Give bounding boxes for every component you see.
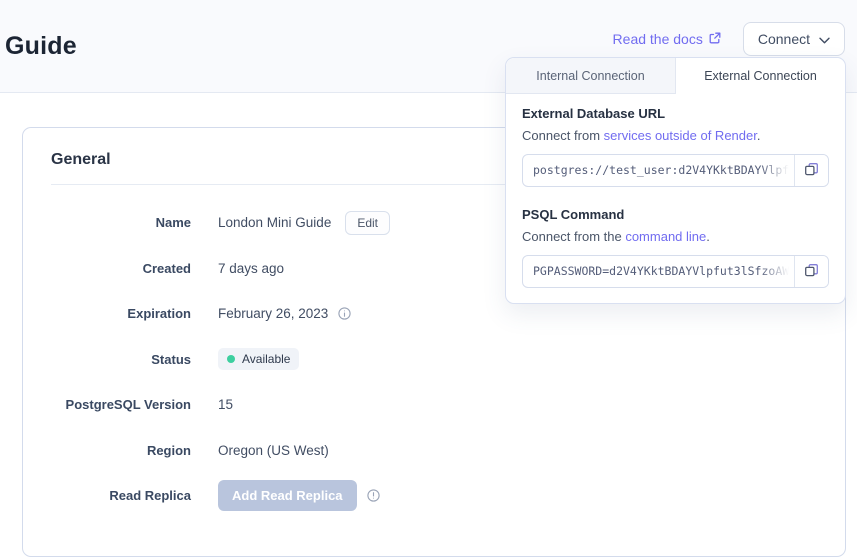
- psql-command-heading: PSQL Command: [522, 207, 829, 222]
- expiration-date-text: February 26, 2023: [218, 306, 328, 321]
- tab-internal-connection[interactable]: Internal Connection: [506, 58, 676, 94]
- copy-external-url-button[interactable]: [794, 155, 828, 186]
- connect-popover-body: External Database URL Connect from servi…: [506, 94, 845, 303]
- row-read-replica-value: Add Read Replica: [218, 480, 380, 511]
- chevron-down-icon: [819, 31, 830, 47]
- external-link-icon: [709, 31, 721, 47]
- desc-prefix: Connect from the: [522, 229, 625, 244]
- copy-icon: [804, 162, 819, 180]
- row-region: Region Oregon (US West): [51, 428, 817, 474]
- expiration-info-icon[interactable]: [338, 307, 351, 320]
- edit-name-button[interactable]: Edit: [345, 211, 390, 235]
- row-region-value: Oregon (US West): [218, 443, 329, 458]
- psql-command-value[interactable]: PGPASSWORD=d2V4YKktBDAYVlpfut3lSfzoAWhwb…: [523, 256, 794, 287]
- connect-popover: Internal Connection External Connection …: [505, 57, 846, 304]
- external-database-url-heading: External Database URL: [522, 106, 829, 121]
- external-database-url-field: postgres://test_user:d2V4YKktBDAYVlpfut3…: [522, 154, 829, 187]
- psql-command-field: PGPASSWORD=d2V4YKktBDAYVlpfut3lSfzoAWhwb…: [522, 255, 829, 288]
- status-badge-label: Available: [242, 352, 290, 366]
- database-name-text: London Mini Guide: [218, 215, 331, 230]
- psql-command-desc: Connect from the command line.: [522, 229, 829, 244]
- row-postgres-version-value: 15: [218, 397, 233, 412]
- command-line-link[interactable]: command line: [625, 229, 706, 244]
- row-status-label: Status: [51, 352, 191, 367]
- page-title: Guide: [5, 32, 77, 61]
- desc-suffix: .: [757, 128, 761, 143]
- connect-button-label: Connect: [758, 31, 810, 47]
- row-expiration-value: February 26, 2023: [218, 306, 351, 321]
- row-postgres-version: PostgreSQL Version 15: [51, 382, 817, 428]
- external-database-url-value[interactable]: postgres://test_user:d2V4YKktBDAYVlpfut3…: [523, 155, 794, 186]
- copy-psql-command-button[interactable]: [794, 256, 828, 287]
- row-name-value: London Mini Guide Edit: [218, 211, 390, 235]
- row-created-value: 7 days ago: [218, 261, 284, 276]
- row-read-replica: Read Replica Add Read Replica: [51, 473, 817, 519]
- copy-icon: [804, 263, 819, 281]
- row-status-value: Available: [218, 348, 299, 370]
- row-status: Status Available: [51, 337, 817, 383]
- add-read-replica-button[interactable]: Add Read Replica: [218, 480, 357, 511]
- read-replica-info-icon[interactable]: [367, 489, 380, 502]
- row-created-label: Created: [51, 261, 191, 276]
- row-postgres-version-label: PostgreSQL Version: [51, 397, 191, 412]
- header-actions: Read the docs Connect: [613, 22, 845, 56]
- desc-suffix: .: [706, 229, 710, 244]
- connect-button[interactable]: Connect: [743, 22, 845, 56]
- external-database-url-desc: Connect from services outside of Render.: [522, 128, 829, 143]
- desc-prefix: Connect from: [522, 128, 604, 143]
- docs-link-label: Read the docs: [613, 31, 703, 47]
- read-the-docs-link[interactable]: Read the docs: [613, 31, 721, 47]
- row-region-label: Region: [51, 443, 191, 458]
- row-expiration-label: Expiration: [51, 306, 191, 321]
- connection-tabs: Internal Connection External Connection: [506, 58, 845, 94]
- status-dot-icon: [227, 355, 235, 363]
- tab-external-connection[interactable]: External Connection: [676, 58, 845, 94]
- status-badge: Available: [218, 348, 299, 370]
- services-outside-render-link[interactable]: services outside of Render: [604, 128, 757, 143]
- row-read-replica-label: Read Replica: [51, 488, 191, 503]
- row-name-label: Name: [51, 215, 191, 230]
